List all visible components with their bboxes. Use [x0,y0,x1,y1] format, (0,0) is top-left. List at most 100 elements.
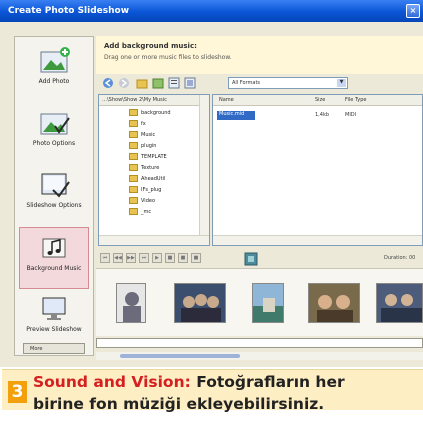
tree-item-label: Texture [141,165,160,171]
tree-item-label: plugin [141,143,157,149]
tree-item-label: TEMPLATE [141,154,167,160]
file-list-horizontal-scrollbar[interactable] [213,235,422,245]
fast-forward-button[interactable]: ▶▶ [126,253,136,263]
music-note-icon [42,238,66,258]
photo-options-icon [40,113,70,135]
filmstrip-scrollbar[interactable] [96,352,423,360]
folder-icon [129,142,138,149]
tree-horizontal-scrollbar[interactable] [99,235,209,245]
forward-arrow-icon[interactable] [118,77,130,89]
slideshow-options-icon [41,173,70,198]
photo-thumbnail[interactable] [376,283,423,323]
dropdown-arrow-icon[interactable]: ▼ [337,79,346,87]
tool-label-slideshow-options: Slideshow Options [26,202,82,209]
window-titlebar: Create Photo Slideshow × [0,0,423,22]
file-format-select[interactable]: All Formats ▼ [228,77,348,89]
file-row[interactable]: Music.mid 1,4kb MIDI [215,111,415,120]
window-title: Create Photo Slideshow [8,6,130,16]
first-button[interactable]: ⏮ [100,253,110,263]
add-to-slideshow-icon[interactable] [244,252,258,266]
tree-item[interactable]: Music [129,131,155,141]
last-button[interactable]: ⏭ [139,253,149,263]
instruction-banner: Add background music: Drag one or more m… [96,36,423,74]
step-badge: 3 [8,381,27,403]
file-format-value: All Formats [232,80,261,86]
instruction-title: Add background music: [104,42,197,50]
folder-up-icon[interactable] [136,77,148,89]
folder-icon [129,197,138,204]
view-thumbnail-icon[interactable] [184,77,196,89]
tree-item[interactable]: _mc [129,208,151,218]
control-button[interactable]: ■ [178,253,188,263]
tree-item-label: fx [141,121,146,127]
tree-item[interactable]: Video [129,197,155,207]
tool-label-add-photo: Add Photo [38,78,70,85]
folder-icon [129,186,138,193]
tree-item-label: IFs_plug [141,187,162,193]
tree-item[interactable]: fx [129,120,146,130]
tree-item[interactable]: Texture [129,164,159,174]
photo-thumbnail[interactable] [252,283,284,323]
column-type-header[interactable]: File Type [345,97,366,103]
music-track-strip[interactable] [96,338,423,348]
folder-tree: …\Show\Show 2\My Music background fx Mus… [98,94,210,246]
play-button[interactable]: ▶ [152,253,162,263]
tree-item[interactable]: background [129,109,171,119]
file-list: Name Size File Type Music.mid 1,4kb MIDI [212,94,423,246]
tree-item-label: Video [141,198,156,204]
article-caption: 3 Sound and Vision: Fotoğrafların her bi… [0,367,423,434]
folder-icon [129,164,138,171]
stop-button[interactable]: ■ [165,253,175,263]
caption-title: Sound and Vision: [33,373,191,391]
tool-label-background-music: Background Music [26,265,82,272]
photo-thumbnail[interactable] [174,283,226,323]
browser-toolbar: All Formats ▼ [96,74,423,92]
tree-vertical-scrollbar[interactable] [199,95,209,245]
photo-thumbnail[interactable] [308,283,360,323]
slideshow-options-button[interactable]: Slideshow Options [19,165,89,227]
tree-item[interactable]: AheadUtil [129,175,165,185]
close-icon[interactable]: × [406,4,420,18]
tree-item-label: _mc [141,209,152,215]
add-photo-button[interactable]: Add Photo [19,41,89,103]
tree-item[interactable]: IFs_plug [129,186,161,196]
more-button[interactable]: More [23,343,85,354]
tree-item-label: Music [141,132,156,138]
tree-item[interactable]: plugin [129,142,156,152]
file-name: Music.mid [217,111,255,120]
add-photo-icon [40,47,70,73]
folder-icon [129,208,138,215]
refresh-icon[interactable] [152,77,164,89]
column-size-header[interactable]: Size [315,97,325,103]
file-type: MIDI [345,112,357,118]
photo-thumbnail[interactable] [116,283,146,323]
folder-icon [129,175,138,182]
tree-item-label: background [141,110,171,116]
folder-path: …\Show\Show 2\My Music [99,95,209,106]
caption-line-1: Sound and Vision: Fotoğrafların her [33,373,345,391]
back-arrow-icon[interactable] [102,77,114,89]
view-list-icon[interactable] [168,77,180,89]
photo-options-button[interactable]: Photo Options [19,103,89,165]
tree-item[interactable]: TEMPLATE [129,153,167,163]
tool-label-preview-slideshow: Preview Slideshow [26,326,82,333]
left-tool-panel: Add Photo Photo Options Slideshow Option… [14,36,94,356]
photo-filmstrip [96,268,423,336]
player-controls: ⏮ ◀◀ ▶▶ ⏭ ▶ ■ ■ ■ Duration: 00 [96,248,423,268]
folder-icon [129,131,138,138]
preview-monitor-icon [42,297,66,320]
column-name-header[interactable]: Name [219,97,234,103]
caption-text-1: Fotoğrafların her [196,373,345,391]
folder-icon [129,153,138,160]
background-music-button[interactable]: Background Music [19,227,89,289]
rewind-button[interactable]: ◀◀ [113,253,123,263]
file-size: 1,4kb [315,112,330,118]
scrollbar-thumb[interactable] [120,354,240,358]
duration-label: Duration: 00 [384,255,416,261]
tree-item-label: AheadUtil [141,176,166,182]
file-list-header: Name Size File Type [213,95,422,106]
slideshow-window: Create Photo Slideshow × Add Photo Photo… [0,0,423,367]
preview-slideshow-button[interactable]: Preview Slideshow [19,289,89,351]
more-label: More [30,346,43,352]
control-button[interactable]: ■ [191,253,201,263]
